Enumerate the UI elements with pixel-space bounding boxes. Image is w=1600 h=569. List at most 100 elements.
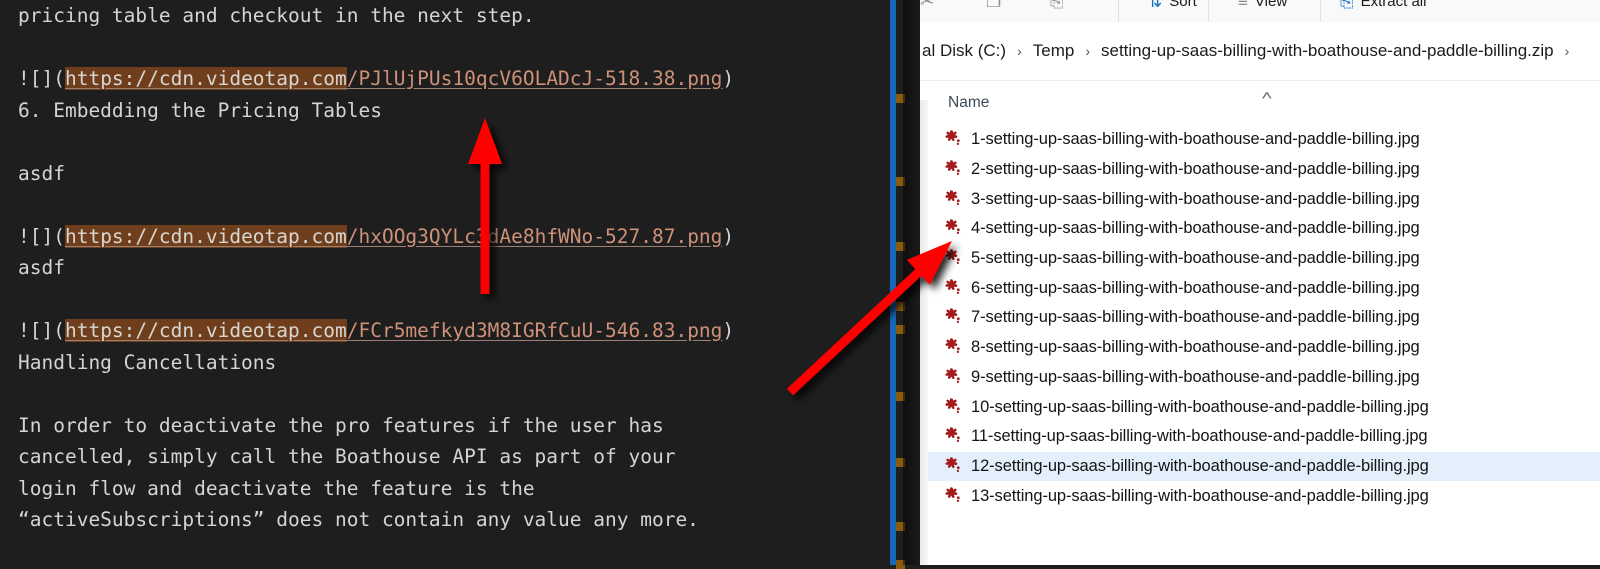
file-name-label[interactable]: 12-setting-up-saas-billing-with-boathous…: [971, 457, 1429, 476]
file-name-label[interactable]: 3-setting-up-saas-billing-with-boathouse…: [971, 190, 1420, 209]
copy-button[interactable]: ❐: [986, 0, 1008, 18]
sort-icon: ⇅: [1148, 0, 1163, 11]
file-type-icon: [942, 159, 963, 180]
markdown-image-suffix: ): [722, 224, 735, 248]
overview-ruler-match-mark[interactable]: [896, 242, 905, 251]
editor-line[interactable]: pricing table and checkout in the next s…: [18, 0, 878, 32]
cut-button[interactable]: ✂: [920, 0, 941, 18]
editor-line[interactable]: login flow and deactivate the feature is…: [18, 473, 878, 505]
file-explorer-window[interactable]: ✂ ❐ ⎘ ⇅ Sort ≡ View ⎘ Extract all al Disk (C:) › T…: [920, 0, 1600, 565]
editor-line-text: pricing table and checkout in the next s…: [18, 4, 535, 27]
file-name-label[interactable]: 11-setting-up-saas-billing-with-boathous…: [971, 427, 1428, 446]
breadcrumb-item[interactable]: Temp: [1031, 41, 1077, 61]
editor-line[interactable]: Handling Cancellations: [18, 347, 878, 379]
file-list-item[interactable]: 12-setting-up-saas-billing-with-boathous…: [920, 451, 1600, 482]
find-match-highlight[interactable]: https://cdn.videotap.com: [64, 224, 347, 248]
editor-line[interactable]: In order to deactivate the pro features …: [18, 410, 878, 442]
sort-button[interactable]: ⇅ Sort: [1148, 0, 1197, 18]
file-type-icon: [942, 367, 963, 388]
file-list-item[interactable]: 7-setting-up-saas-billing-with-boathouse…: [920, 303, 1600, 333]
file-list-item[interactable]: 10-setting-up-saas-billing-with-boathous…: [920, 392, 1600, 422]
paste-button[interactable]: ⎘: [1050, 0, 1071, 18]
vscode-editor-pane[interactable]: pricing table and checkout in the next s…: [0, 0, 890, 565]
editor-line[interactable]: [18, 189, 878, 221]
editor-overview-ruler[interactable]: [896, 0, 920, 569]
file-name-label[interactable]: 4-setting-up-saas-billing-with-boathouse…: [971, 219, 1420, 238]
file-name-label[interactable]: 2-setting-up-saas-billing-with-boathouse…: [971, 160, 1420, 179]
file-list-item[interactable]: 3-setting-up-saas-billing-with-boathouse…: [920, 184, 1600, 214]
file-list-left-edge: [920, 100, 928, 565]
editor-line[interactable]: [18, 378, 878, 410]
explorer-address-bar[interactable]: al Disk (C:) › Temp › setting-up-saas-billin…: [920, 22, 1600, 81]
editor-line[interactable]: cancelled, simply call the Boathouse API…: [18, 441, 878, 473]
toolbar-separator: [1320, 0, 1321, 22]
markdown-image-suffix: ): [722, 67, 735, 90]
file-list-item[interactable]: 1-setting-up-saas-billing-with-boathouse…: [920, 125, 1600, 155]
overview-ruler-match-mark[interactable]: [896, 94, 905, 103]
editor-line[interactable]: [18, 126, 878, 158]
editor-line-text: In order to deactivate the pro features …: [18, 413, 664, 437]
file-type-icon: [942, 456, 963, 477]
overview-ruler-match-mark[interactable]: [896, 458, 905, 467]
file-name-label[interactable]: 8-setting-up-saas-billing-with-boathouse…: [971, 338, 1420, 357]
view-button[interactable]: ≡ View: [1238, 0, 1287, 18]
editor-line[interactable]: asdf: [18, 158, 878, 190]
editor-line-text: asdf: [18, 256, 65, 279]
overview-ruler-match-mark[interactable]: [896, 522, 905, 531]
editor-line-text: cancelled, simply call the Boathouse API…: [18, 445, 676, 468]
file-list-item[interactable]: 13-setting-up-saas-billing-with-boathous…: [920, 481, 1600, 511]
image-url-path[interactable]: /PJlUjPUs10qcV6OLADcJ-518.38.png: [347, 67, 723, 90]
editor-line[interactable]: “activeSubscriptions” does not contain a…: [18, 504, 878, 536]
breadcrumb-item[interactable]: setting-up-saas-billing-with-boathouse-a…: [1099, 41, 1556, 61]
explorer-toolbar[interactable]: ✂ ❐ ⎘ ⇅ Sort ≡ View ⎘ Extract all: [920, 0, 1600, 23]
overview-ruler-match-mark[interactable]: [896, 392, 905, 401]
overview-ruler-match-mark[interactable]: [896, 177, 905, 186]
extract-all-button-label: Extract all: [1360, 0, 1427, 10]
editor-line[interactable]: ![](https://cdn.videotap.com/PJlUjPUs10q…: [18, 63, 878, 95]
overview-ruler-match-mark[interactable]: [896, 325, 905, 334]
column-header-name[interactable]: Name: [948, 94, 989, 112]
find-match-highlight[interactable]: https://cdn.videotap.com: [64, 319, 347, 342]
editor-line[interactable]: 6. Embedding the Pricing Tables: [18, 95, 878, 127]
file-list-item[interactable]: 8-setting-up-saas-billing-with-boathouse…: [920, 333, 1600, 363]
paste-icon: ⎘: [1050, 0, 1064, 11]
toolbar-separator: [1208, 0, 1209, 22]
file-type-icon: [942, 248, 963, 269]
breadcrumb[interactable]: al Disk (C:) › Temp › setting-up-saas-billin…: [920, 22, 1578, 80]
overview-ruler-match-mark[interactable]: [896, 302, 905, 311]
file-name-label[interactable]: 7-setting-up-saas-billing-with-boathouse…: [971, 308, 1420, 327]
file-name-label[interactable]: 5-setting-up-saas-billing-with-boathouse…: [971, 249, 1420, 268]
file-name-label[interactable]: 13-setting-up-saas-billing-with-boathous…: [971, 487, 1429, 506]
image-url-path[interactable]: /hxOOg3QYLc3dAe8hfWNo-527.87.png: [347, 225, 723, 248]
image-url-path[interactable]: /FCr5mefkyd3M8IGRfCuU-546.83.png: [347, 319, 723, 342]
file-list-item[interactable]: 4-setting-up-saas-billing-with-boathouse…: [920, 214, 1600, 244]
file-type-icon: [942, 278, 963, 299]
find-match-highlight[interactable]: https://cdn.videotap.com: [64, 67, 347, 90]
file-list-item[interactable]: 9-setting-up-saas-billing-with-boathouse…: [920, 363, 1600, 393]
file-name-label[interactable]: 6-setting-up-saas-billing-with-boathouse…: [971, 279, 1420, 298]
file-type-icon: [942, 426, 963, 447]
cut-icon: ✂: [920, 0, 935, 11]
editor-line-text: asdf: [18, 161, 65, 185]
file-list-item[interactable]: 2-setting-up-saas-billing-with-boathouse…: [920, 155, 1600, 185]
editor-line[interactable]: asdf: [18, 252, 878, 284]
editor-line[interactable]: ![](https://cdn.videotap.com/FCr5mefkyd3…: [18, 315, 878, 347]
file-name-label[interactable]: 10-setting-up-saas-billing-with-boathous…: [971, 398, 1429, 417]
extract-all-button[interactable]: ⎘ Extract all: [1340, 0, 1426, 18]
markdown-image-prefix: ![](: [18, 319, 65, 342]
editor-line[interactable]: ![](https://cdn.videotap.com/hxOOg3QYLc3…: [18, 221, 878, 253]
file-list-column-header[interactable]: Name ˄: [920, 81, 1600, 126]
editor-line-text: “activeSubscriptions” does not contain a…: [18, 508, 699, 531]
editor-line[interactable]: [18, 32, 878, 64]
file-list-item[interactable]: 5-setting-up-saas-billing-with-boathouse…: [920, 244, 1600, 274]
editor-text-content[interactable]: pricing table and checkout in the next s…: [18, 0, 878, 536]
file-type-icon: [942, 486, 963, 507]
file-list-item[interactable]: 11-setting-up-saas-billing-with-boathous…: [920, 422, 1600, 452]
file-name-label[interactable]: 9-setting-up-saas-billing-with-boathouse…: [971, 368, 1420, 387]
breadcrumb-trailing-separator-icon[interactable]: ›: [1556, 43, 1579, 59]
breadcrumb-item[interactable]: al Disk (C:): [920, 41, 1008, 61]
file-name-label[interactable]: 1-setting-up-saas-billing-with-boathouse…: [971, 130, 1420, 149]
file-list-item[interactable]: 6-setting-up-saas-billing-with-boathouse…: [920, 273, 1600, 303]
editor-line[interactable]: [18, 284, 878, 316]
file-list[interactable]: 1-setting-up-saas-billing-with-boathouse…: [920, 125, 1600, 565]
